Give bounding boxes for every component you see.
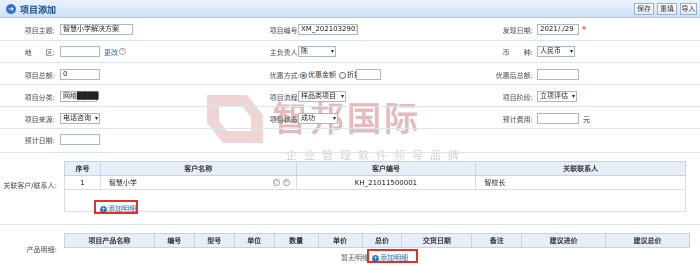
discount-amount-radio[interactable]: 优惠金额 <box>300 70 336 80</box>
col-header: 单位 <box>233 233 275 248</box>
stage-select[interactable]: 立项评估 ▾ <box>537 91 577 102</box>
highlight-box <box>94 200 138 214</box>
stage-label: 项目阶段: <box>502 94 533 102</box>
date-input[interactable]: 2021/./29 <box>537 24 579 35</box>
subject-input[interactable]: 智慧小学解决方案 <box>60 24 133 35</box>
page-title: 项目添加 <box>20 6 57 16</box>
category-select[interactable]: 网络████ ▾ <box>60 91 99 102</box>
customers-header-row: 序号 客户名称 客户编号 关联联系人 <box>64 161 686 176</box>
col-header: 序号 <box>64 161 101 176</box>
discount-input[interactable] <box>356 69 381 80</box>
after-discount-input[interactable] <box>537 69 579 80</box>
owner-select[interactable]: 陈 ▾ <box>298 46 336 57</box>
status-select[interactable]: 成功 ▾ <box>298 113 338 124</box>
col-header: 编号 <box>153 233 195 248</box>
reset-button[interactable]: 重填 <box>657 3 677 15</box>
products-header-row: 项目产品名称 编号 型号 单位 数量 单价 总价 交货日期 备注 建议进价 建议… <box>64 233 690 248</box>
status-label: 项目状态: <box>269 116 300 124</box>
code-input[interactable]: XM_2021032901 <box>298 24 358 35</box>
products-section-label: 产品明细: <box>26 246 57 254</box>
title-bar: ➜ 项目添加 保存 重填 导入 <box>0 0 700 18</box>
category-label: 项目分类: <box>24 94 55 102</box>
col-header: 客户名称 <box>99 161 297 176</box>
cost-input[interactable] <box>537 113 579 124</box>
select-customer-icon[interactable]: ○ <box>272 179 280 186</box>
customer-code-cell: KH_21011500001 <box>295 175 477 190</box>
due-input[interactable] <box>60 134 100 145</box>
col-header: 型号 <box>193 233 235 248</box>
currency-select[interactable]: 人民币 ▾ <box>537 46 575 57</box>
source-select[interactable]: 电话咨询 ▾ <box>60 113 100 124</box>
cost-unit: 元 <box>583 116 590 124</box>
owner-label: 主负责人: <box>269 49 300 57</box>
subject-label: 项目主题: <box>24 27 55 35</box>
change-region-link[interactable]: 更改 <box>104 48 118 58</box>
customers-section-label: 关联客户/联系人: <box>3 182 57 190</box>
clear-customer-icon[interactable]: × <box>282 179 290 186</box>
col-header: 单价 <box>317 233 363 248</box>
region-input[interactable] <box>60 46 100 57</box>
region-label: 地 区: <box>24 49 55 57</box>
products-empty-text: 暂无明细 <box>341 254 369 262</box>
flow-select[interactable]: 样品类项目 ▾ <box>298 91 346 102</box>
code-label: 项目编号: <box>269 27 300 35</box>
col-header: 备注 <box>471 233 523 248</box>
currency-label: 币 种: <box>502 49 533 57</box>
col-header: 关联联系人 <box>475 161 686 176</box>
arrow-right-icon: ➜ <box>6 4 16 14</box>
save-button[interactable]: 保存 <box>634 3 654 15</box>
date-label: 发现日期: <box>502 27 533 35</box>
col-header: 建议总价 <box>605 233 690 248</box>
customers-table: 序号 客户名称 客户编号 关联联系人 1 智慧小学 ○ × KH_2101150… <box>64 161 686 212</box>
import-button[interactable]: 导入 <box>680 3 697 15</box>
source-label: 项目来源: <box>24 116 55 124</box>
discount-label: 优惠方式: <box>269 72 300 80</box>
col-header: 客户编号 <box>295 161 477 176</box>
total-label: 项目总额: <box>24 72 55 80</box>
customer-name-cell[interactable]: 智慧小学 ○ × <box>99 175 297 190</box>
due-label: 预计日期: <box>24 137 55 145</box>
question-icon: ? <box>119 48 126 55</box>
col-header: 总价 <box>361 233 403 248</box>
flow-label: 项目流程: <box>269 94 300 102</box>
contact-cell[interactable]: 智校长 <box>475 175 686 190</box>
col-header: 建议进价 <box>521 233 607 248</box>
total-input[interactable]: 0 <box>60 69 100 80</box>
table-row: 1 智慧小学 ○ × KH_21011500001 智校长 <box>64 175 686 190</box>
col-header: 数量 <box>273 233 319 248</box>
after-discount-label: 优惠后总额: <box>495 72 533 80</box>
cost-label: 预计费用: <box>502 116 533 124</box>
products-table: 项目产品名称 编号 型号 单位 数量 单价 总价 交货日期 备注 建议进价 建议… <box>64 233 690 248</box>
col-header: 项目产品名称 <box>64 233 155 248</box>
row-number: 1 <box>64 175 101 190</box>
highlight-box <box>367 249 418 263</box>
col-header: 交货日期 <box>401 233 473 248</box>
